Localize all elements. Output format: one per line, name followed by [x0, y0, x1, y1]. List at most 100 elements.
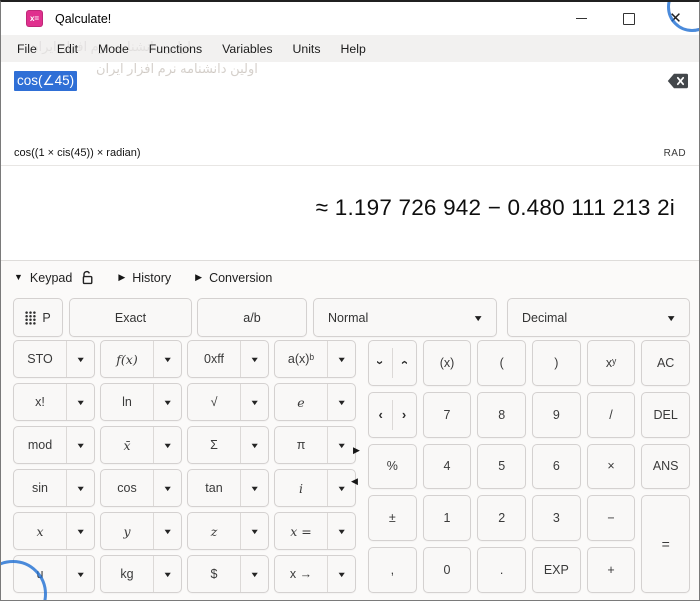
key-currency[interactable]: $▼: [187, 555, 269, 593]
key-open-paren[interactable]: (: [477, 340, 526, 386]
key-dropdown[interactable]: ▼: [327, 341, 355, 377]
key-dropdown[interactable]: ▼: [153, 384, 181, 420]
number-format-dropdown[interactable]: Normal ▼: [313, 298, 497, 337]
key-unit-u[interactable]: u▼: [13, 555, 95, 593]
key-unit-kg[interactable]: kg▼: [100, 555, 182, 593]
key-ans[interactable]: ANS: [641, 444, 690, 490]
key-dropdown[interactable]: ▼: [153, 513, 181, 549]
key-1[interactable]: 1: [423, 495, 472, 541]
key-equals[interactable]: =: [641, 495, 690, 593]
key-power[interactable]: xʸ: [587, 340, 636, 386]
expression-input[interactable]: cos(∠45): [1, 62, 699, 141]
key-2[interactable]: 2: [477, 495, 526, 541]
key-close-paren[interactable]: ): [532, 340, 581, 386]
maximize-button[interactable]: [605, 2, 652, 35]
key-dropdown[interactable]: ▼: [66, 384, 94, 420]
cursor-keys[interactable]: ‹›: [368, 392, 417, 438]
key-7[interactable]: 7: [423, 392, 472, 438]
key-ln[interactable]: ln▼: [100, 383, 182, 421]
expand-right-icon[interactable]: ▶: [353, 446, 360, 455]
key-plus[interactable]: +: [587, 547, 636, 593]
key-dropdown[interactable]: ▼: [327, 513, 355, 549]
key-dropdown[interactable]: ▼: [153, 341, 181, 377]
key-0[interactable]: 0: [423, 547, 472, 593]
key-dot[interactable]: .: [477, 547, 526, 593]
key-dropdown[interactable]: ▼: [327, 384, 355, 420]
key-dropdown[interactable]: ▼: [66, 341, 94, 377]
key-9[interactable]: 9: [532, 392, 581, 438]
menu-mode[interactable]: Mode: [88, 38, 139, 60]
key-cos[interactable]: cos▼: [100, 469, 182, 507]
key-pi[interactable]: π▼: [274, 426, 356, 464]
minimize-button[interactable]: [558, 2, 605, 35]
key-ac[interactable]: AC: [641, 340, 690, 386]
key-fx[interactable]: f(x)▼: [100, 340, 182, 378]
key-dropdown[interactable]: ▼: [66, 556, 94, 592]
key-8[interactable]: 8: [477, 392, 526, 438]
key-dropdown[interactable]: ▼: [240, 513, 268, 549]
input-selected-text[interactable]: cos(∠45): [14, 71, 77, 91]
tab-history[interactable]: ▶ History: [118, 271, 171, 285]
tab-keypad[interactable]: ▼ Keypad: [14, 270, 94, 285]
key-z[interactable]: z▼: [187, 512, 269, 550]
menu-file[interactable]: File: [7, 38, 47, 60]
key-5[interactable]: 5: [477, 444, 526, 490]
key-sto[interactable]: STO▼: [13, 340, 95, 378]
key-3[interactable]: 3: [532, 495, 581, 541]
key-e[interactable]: e▼: [274, 383, 356, 421]
exact-toggle-button[interactable]: Exact: [69, 298, 192, 337]
key-mean[interactable]: x̄▼: [100, 426, 182, 464]
key-minus[interactable]: −: [587, 495, 636, 541]
key-sum[interactable]: Σ▼: [187, 426, 269, 464]
key-divide[interactable]: /: [587, 392, 636, 438]
key-sqrt[interactable]: √▼: [187, 383, 269, 421]
menu-edit[interactable]: Edit: [47, 38, 88, 60]
key-paren-x[interactable]: (x): [423, 340, 472, 386]
key-dropdown[interactable]: ▼: [153, 427, 181, 463]
menu-variables[interactable]: Variables: [212, 38, 282, 60]
key-dropdown[interactable]: ▼: [240, 427, 268, 463]
key-del[interactable]: DEL: [641, 392, 690, 438]
key-i[interactable]: i▼: [274, 469, 356, 507]
key-dropdown[interactable]: ▼: [153, 556, 181, 592]
key-exp[interactable]: EXP: [532, 547, 581, 593]
programming-keypad-button[interactable]: P: [13, 298, 63, 337]
key-tan[interactable]: tan▼: [187, 469, 269, 507]
menu-functions[interactable]: Functions: [139, 38, 212, 60]
close-button[interactable]: ✕: [652, 2, 699, 35]
key-hex[interactable]: 0xff▼: [187, 340, 269, 378]
menu-help[interactable]: Help: [331, 38, 376, 60]
key-dropdown[interactable]: ▼: [153, 470, 181, 506]
tab-conversion[interactable]: ▶ Conversion: [195, 271, 272, 285]
menu-units[interactable]: Units: [282, 38, 330, 60]
base-dropdown[interactable]: Decimal ▼: [507, 298, 690, 337]
fraction-toggle-button[interactable]: a/b: [197, 298, 307, 337]
scroll-vertical-keys[interactable]: ››: [368, 340, 417, 386]
key-assign[interactable]: x =▼: [274, 512, 356, 550]
key-percent[interactable]: %: [368, 444, 417, 490]
key-comma[interactable]: ,: [368, 547, 417, 593]
key-dropdown[interactable]: ▼: [66, 427, 94, 463]
key-dropdown[interactable]: ▼: [240, 341, 268, 377]
key-mod[interactable]: mod▼: [13, 426, 95, 464]
key-dropdown[interactable]: ▼: [327, 427, 355, 463]
key-dropdown[interactable]: ▼: [240, 384, 268, 420]
clear-input-button[interactable]: [667, 73, 689, 89]
expand-left-icon[interactable]: ◀: [351, 477, 358, 486]
key-dropdown[interactable]: ▼: [240, 556, 268, 592]
key-dropdown[interactable]: ▼: [66, 513, 94, 549]
key-y[interactable]: y▼: [100, 512, 182, 550]
key-4[interactable]: 4: [423, 444, 472, 490]
key-dropdown[interactable]: ▼: [66, 470, 94, 506]
key-x[interactable]: x▼: [13, 512, 95, 550]
key-6[interactable]: 6: [532, 444, 581, 490]
key-dropdown[interactable]: ▼: [327, 556, 355, 592]
key-multiply[interactable]: ×: [587, 444, 636, 490]
unlock-icon[interactable]: [81, 270, 94, 285]
key-plusminus[interactable]: ±: [368, 495, 417, 541]
key-axb[interactable]: a(x)ᵇ▼: [274, 340, 356, 378]
key-factorial[interactable]: x!▼: [13, 383, 95, 421]
key-convert[interactable]: x →▼: [274, 555, 356, 593]
key-dropdown[interactable]: ▼: [240, 470, 268, 506]
key-sin[interactable]: sin▼: [13, 469, 95, 507]
